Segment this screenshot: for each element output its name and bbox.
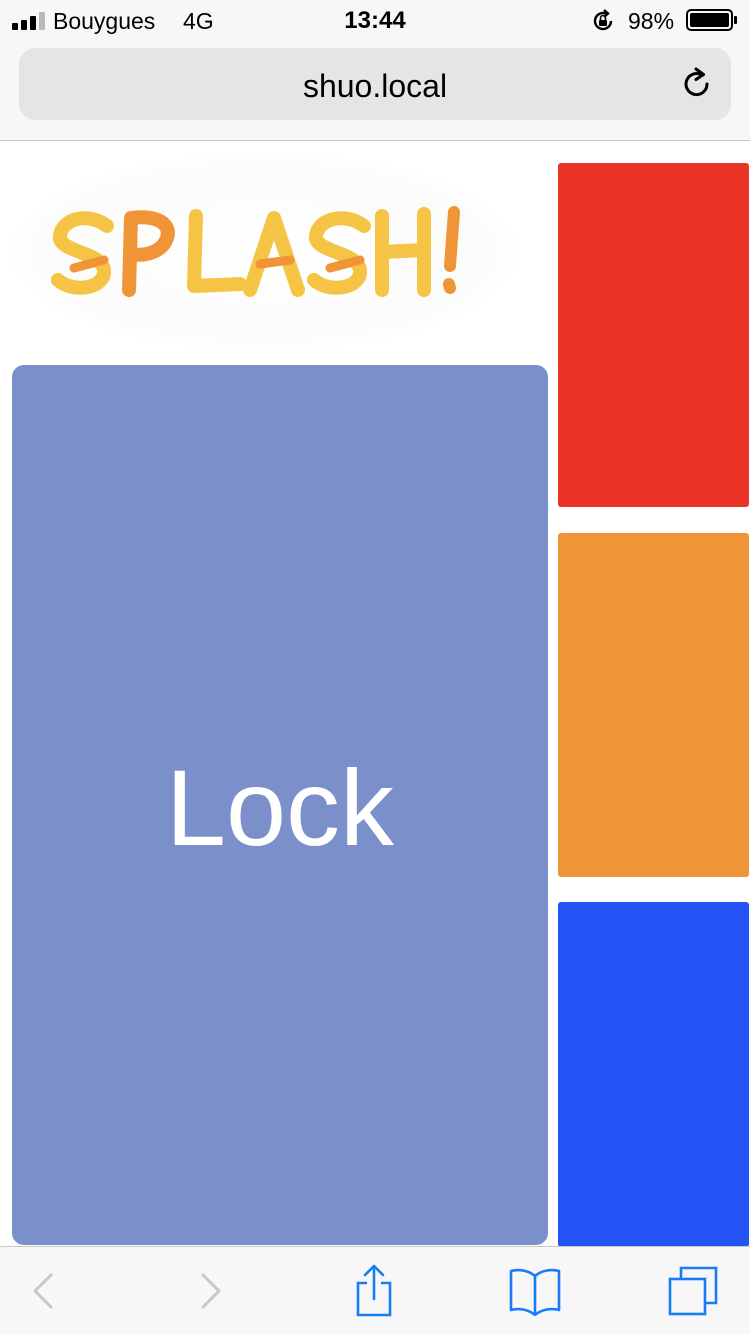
battery-icon xyxy=(686,9,737,31)
bookmarks-button[interactable] xyxy=(506,1247,564,1334)
address-bar: shuo.local xyxy=(0,40,750,141)
status-bar: Bouygues 4G 13:44 98% xyxy=(0,0,750,40)
tabs-button[interactable] xyxy=(666,1247,720,1334)
splash-logo xyxy=(6,152,522,352)
blue-tile[interactable] xyxy=(558,902,749,1247)
back-button[interactable] xyxy=(20,1247,66,1334)
browser-toolbar xyxy=(0,1246,750,1334)
rotation-lock-icon xyxy=(593,9,613,31)
browser-window: Bouygues 4G 13:44 98% shuo.local Lock xyxy=(0,0,750,1334)
battery-percentage: 98% xyxy=(628,8,675,34)
reload-icon[interactable] xyxy=(679,66,715,102)
url-text: shuo.local xyxy=(302,68,448,104)
lock-tile[interactable]: Lock xyxy=(12,365,548,1245)
back-icon xyxy=(33,1273,53,1309)
forward-button[interactable] xyxy=(188,1247,234,1334)
bookmarks-icon xyxy=(509,1268,561,1316)
lock-label: Lock xyxy=(165,746,395,868)
tabs-icon xyxy=(668,1266,718,1316)
url-field[interactable]: shuo.local xyxy=(19,48,731,120)
share-icon xyxy=(356,1264,392,1317)
share-button[interactable] xyxy=(350,1247,398,1334)
orange-tile[interactable] xyxy=(558,533,749,877)
forward-icon xyxy=(201,1273,221,1309)
red-tile[interactable] xyxy=(558,163,749,507)
